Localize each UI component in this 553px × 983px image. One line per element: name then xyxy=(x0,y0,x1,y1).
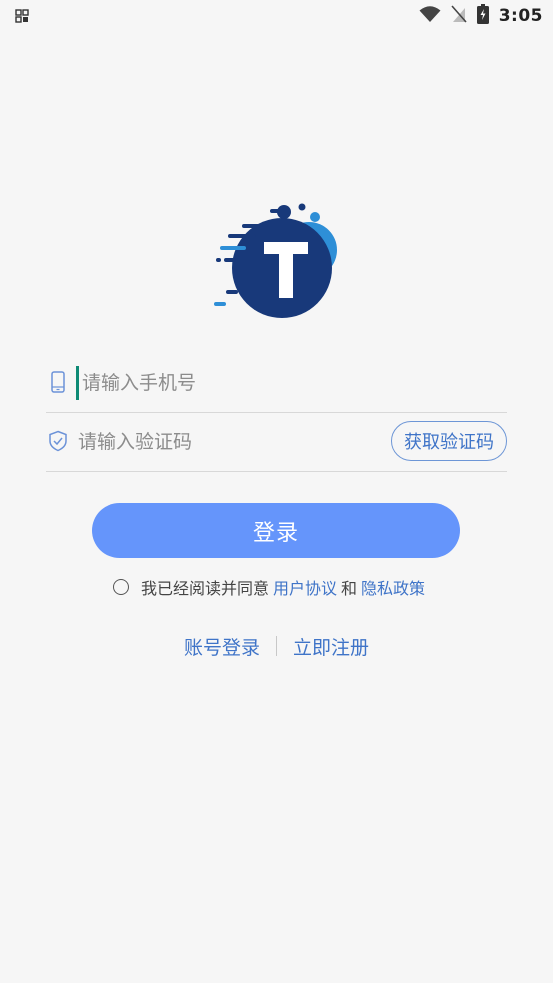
agreement-checkbox[interactable] xyxy=(113,579,129,595)
shield-check-icon xyxy=(48,430,68,452)
agreement-and-text: 和 xyxy=(341,579,358,598)
status-time: 3:05 xyxy=(498,6,543,26)
get-code-button[interactable]: 获取验证码 xyxy=(391,421,507,461)
status-bar: 3:05 xyxy=(0,0,553,32)
notification-grid-icon xyxy=(15,8,29,23)
app-logo xyxy=(210,198,344,322)
battery-charging-icon xyxy=(476,4,489,28)
verification-code-field: 获取验证码 xyxy=(46,413,507,472)
register-link[interactable]: 立即注册 xyxy=(293,633,369,660)
phone-field xyxy=(46,354,507,413)
no-signal-icon xyxy=(451,5,467,27)
login-button[interactable]: 登录 xyxy=(92,503,460,558)
wifi-icon xyxy=(419,5,441,27)
privacy-policy-link[interactable]: 隐私政策 xyxy=(361,575,425,599)
phone-input[interactable] xyxy=(76,366,382,400)
agreement-text: 我已经阅读并同意 xyxy=(141,579,270,598)
user-agreement-link[interactable]: 用户协议 xyxy=(273,575,337,599)
agreement-row: 我已经阅读并同意 用户协议 和 隐私政策 xyxy=(113,574,429,600)
bottom-links: 账号登录 立即注册 xyxy=(0,631,553,661)
phone-icon xyxy=(48,371,68,393)
verification-code-input[interactable] xyxy=(76,425,378,459)
link-divider xyxy=(276,636,277,656)
account-login-link[interactable]: 账号登录 xyxy=(184,633,260,660)
